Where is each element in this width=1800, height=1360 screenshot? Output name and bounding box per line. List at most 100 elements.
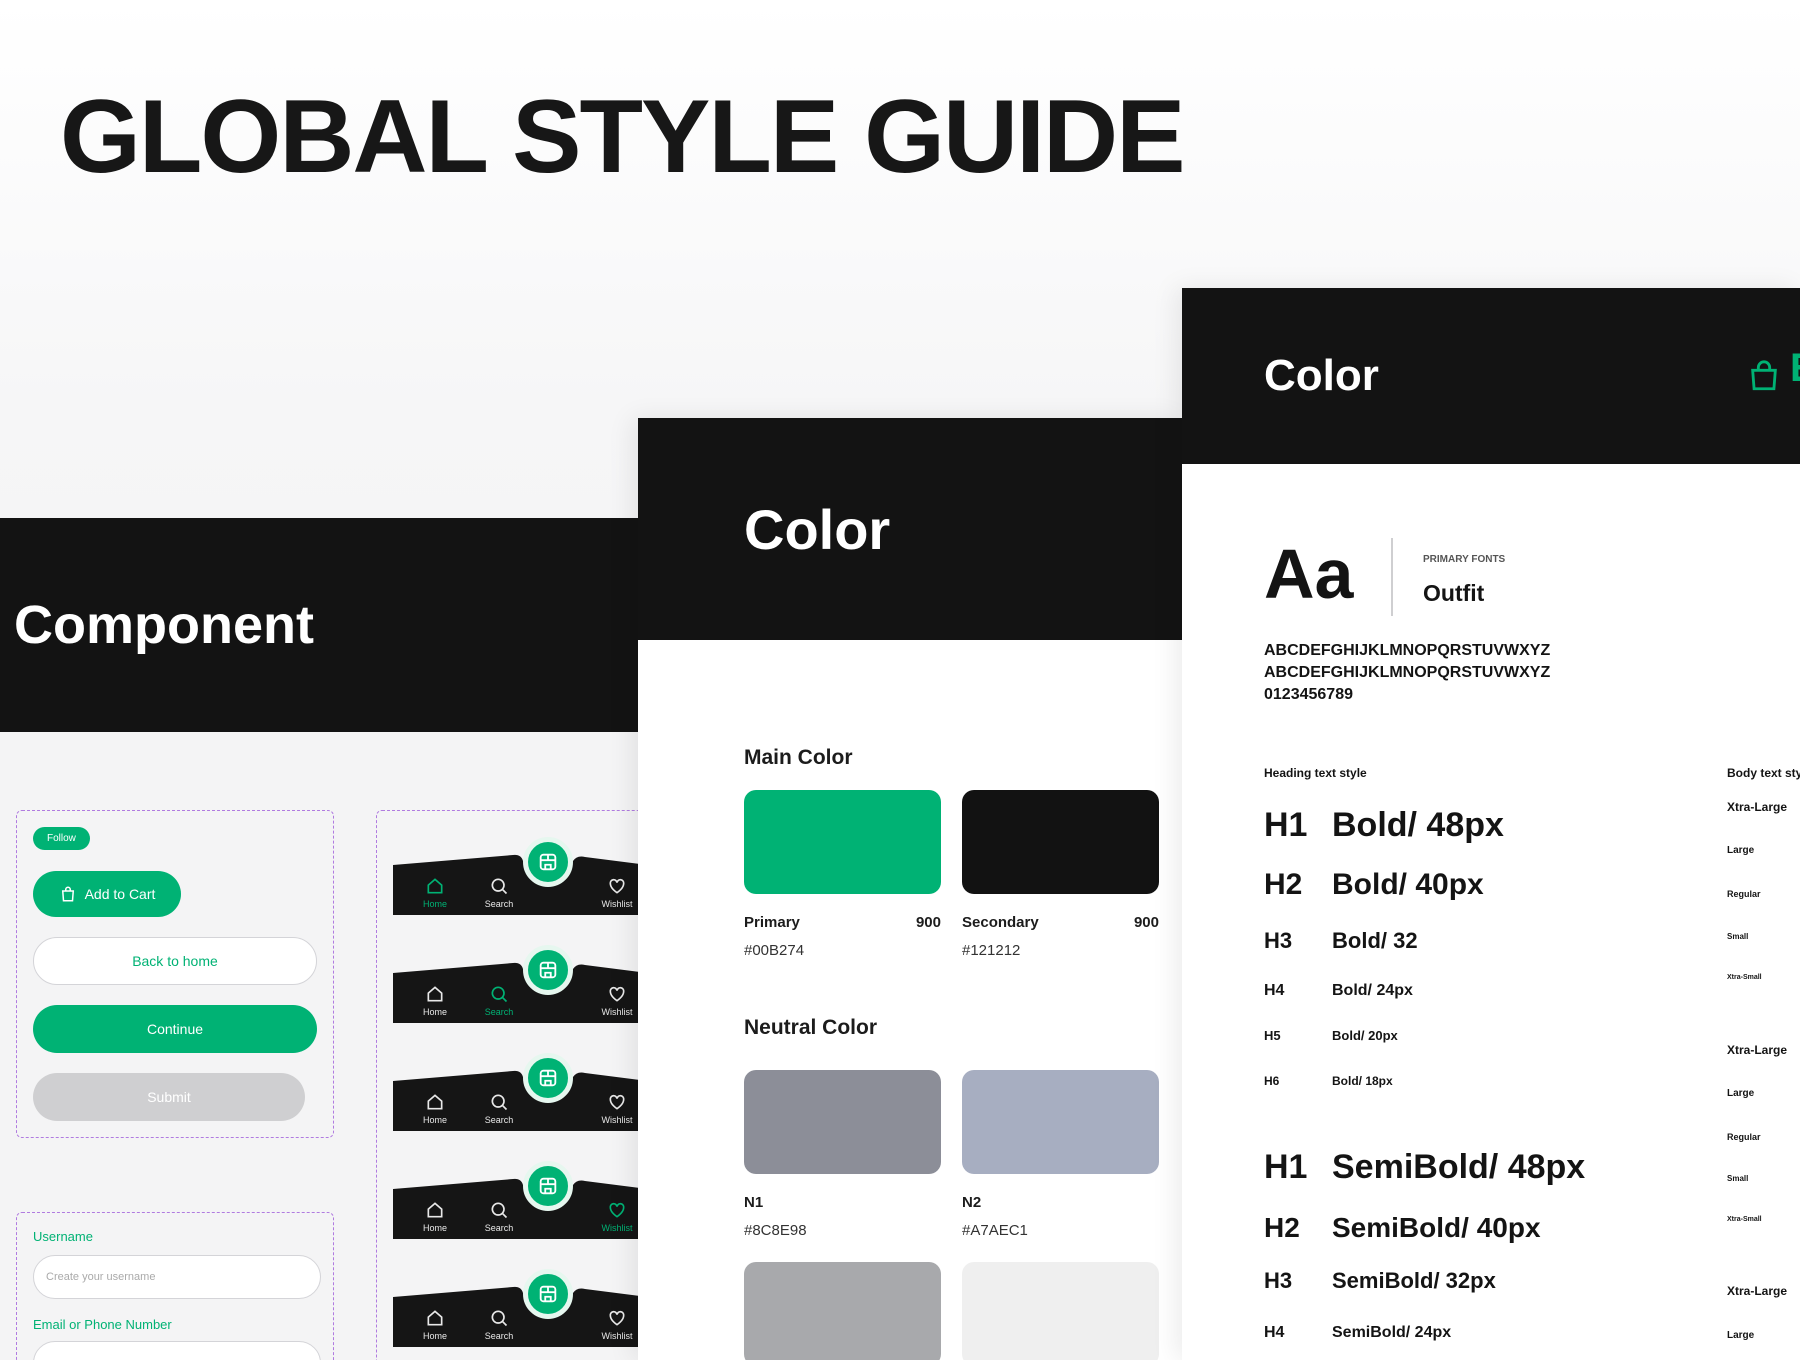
nav-item-search[interactable]: Search (471, 1200, 527, 1233)
component-panel: Component Follow Add to Cart Back to hom… (0, 518, 640, 1360)
page-title: GLOBAL STYLE GUIDE (60, 79, 1185, 195)
search-icon (491, 1310, 508, 1327)
typography-heading: Color (1264, 351, 1379, 400)
nav-label-search: Search (484, 1331, 514, 1341)
nav-item-search[interactable]: Search (471, 876, 527, 909)
secondary-name: Secondary (962, 914, 1039, 931)
heading-tag: H1 (1264, 806, 1308, 844)
store-icon (539, 853, 557, 871)
nav-label-wishlist: Wishlist (601, 1331, 633, 1341)
store-fab-button[interactable] (523, 945, 573, 995)
body-style-label: Xtra-Large (1727, 1284, 1788, 1298)
heading-spec: Bold/ 18px (1332, 1074, 1393, 1088)
nav-item-search[interactable]: Search (471, 1308, 527, 1341)
store-fab-button[interactable] (523, 1053, 573, 1103)
nav-label-search: Search (484, 1115, 514, 1125)
heading-spec: SemiBold/ 48px (1332, 1148, 1586, 1186)
wishlist-icon (609, 1202, 625, 1218)
body-style-label: Xtra-Large (1727, 1043, 1788, 1057)
form-group: Username Create your username Email or P… (16, 1212, 334, 1360)
nav-item-home[interactable]: Home (407, 1092, 463, 1125)
heading-spec: Bold/ 32 (1332, 928, 1418, 953)
username-label: Username (33, 1229, 93, 1244)
n1-swatch (744, 1070, 941, 1174)
heading-spec: Bold/ 24px (1332, 982, 1413, 999)
nav-item-search[interactable]: Search (471, 1092, 527, 1125)
back-to-home-button[interactable]: Back to home (33, 937, 317, 985)
store-fab-button[interactable] (523, 1161, 573, 1211)
component-heading: Component (0, 518, 640, 732)
add-to-cart-button[interactable]: Add to Cart (33, 871, 181, 917)
search-icon (491, 986, 508, 1003)
typography-panel: Color E Aa PRIMARY FONTS Outfit ABCDEFGH… (1182, 288, 1800, 1360)
nav-item-search[interactable]: Search (471, 984, 527, 1017)
store-fab-button[interactable] (523, 837, 573, 887)
store-fab-button[interactable] (523, 1269, 573, 1319)
body-style-label: Body text sty (1727, 766, 1800, 780)
nav-item-home[interactable]: Home (407, 876, 463, 909)
heading-tag: H3 (1264, 928, 1293, 953)
nav-item-home[interactable]: Home (407, 984, 463, 1017)
bottom-navbar: Home Search Wishlist (393, 945, 640, 1023)
heading-tag: H5 (1264, 1028, 1281, 1043)
home-icon (427, 986, 443, 1002)
n2-hex: #A7AEC1 (962, 1222, 1028, 1239)
email-input[interactable] (33, 1341, 321, 1360)
nav-label-home: Home (422, 1115, 447, 1125)
store-icon (539, 1285, 557, 1303)
nav-label-search: Search (484, 899, 514, 909)
nav-label-home: Home (422, 899, 447, 909)
nav-label-home: Home (422, 1223, 447, 1233)
follow-button[interactable]: Follow (33, 827, 90, 850)
navbar-group: Home Search Wishlist Home Search Wishlist Home… (376, 810, 640, 1360)
digits: 0123456789 (1264, 686, 1353, 703)
heading-spec: Bold/ 20px (1332, 1028, 1398, 1043)
body-style-label: Regular (1727, 1132, 1761, 1142)
nav-label-home: Home (422, 1007, 447, 1017)
submit-button[interactable]: Submit (33, 1073, 305, 1121)
home-icon (427, 1094, 443, 1110)
nav-item-wishlist[interactable]: Wishlist (589, 1092, 640, 1125)
heading-tag: H1 (1264, 1148, 1308, 1186)
primary-fonts-label: PRIMARY FONTS (1423, 554, 1506, 565)
store-icon (539, 1069, 557, 1087)
nav-item-home[interactable]: Home (407, 1308, 463, 1341)
typography-header: Color E (1182, 288, 1800, 464)
bag-icon (1751, 360, 1777, 391)
bottom-navbar: Home Search Wishlist (393, 1161, 640, 1239)
secondary-hex: #121212 (962, 942, 1021, 959)
heading-spec: Bold/ 40px (1332, 868, 1484, 901)
nav-label-wishlist: Wishlist (601, 1007, 633, 1017)
bottom-navbar: Home Search Wishlist (393, 1053, 640, 1131)
nav-label-home: Home (422, 1331, 447, 1341)
heading-tag: H3 (1264, 1268, 1293, 1293)
email-label: Email or Phone Number (33, 1317, 172, 1332)
heading-spec: SemiBold/ 24px (1332, 1324, 1452, 1341)
nav-item-wishlist[interactable]: Wishlist (589, 984, 640, 1017)
continue-button[interactable]: Continue (33, 1005, 317, 1053)
nav-label-search: Search (484, 1223, 514, 1233)
bag-icon (61, 886, 74, 902)
nav-label-search: Search (484, 1007, 514, 1017)
heading-tag: H4 (1264, 982, 1285, 999)
bottom-navbar: Home Search Wishlist (393, 837, 640, 915)
nav-item-wishlist[interactable]: Wishlist (589, 1308, 640, 1341)
nav-item-wishlist[interactable]: Wishlist (589, 876, 640, 909)
nav-item-wishlist[interactable]: Wishlist (589, 1200, 640, 1233)
main-color-title: Main Color (744, 746, 853, 769)
n2-name: N2 (962, 1194, 982, 1211)
nav-item-home[interactable]: Home (407, 1200, 463, 1233)
body-style-label: Large (1727, 845, 1755, 856)
heading-spec: SemiBold/ 40px (1332, 1212, 1541, 1243)
username-input[interactable]: Create your username (33, 1255, 321, 1299)
body-style-label: Small (1727, 932, 1749, 941)
alphabet-upper: ABCDEFGHIJKLMNOPQRSTUVWXYZ (1264, 642, 1551, 659)
color-heading: Color (638, 418, 1182, 640)
n1-name: N1 (744, 1194, 764, 1211)
home-icon (427, 878, 443, 894)
divider (1391, 538, 1393, 616)
font-sample: Aa (1264, 535, 1354, 613)
home-icon (427, 1202, 443, 1218)
nav-label-wishlist: Wishlist (601, 1115, 633, 1125)
body-style-label: Xtra-Small (1727, 974, 1762, 981)
